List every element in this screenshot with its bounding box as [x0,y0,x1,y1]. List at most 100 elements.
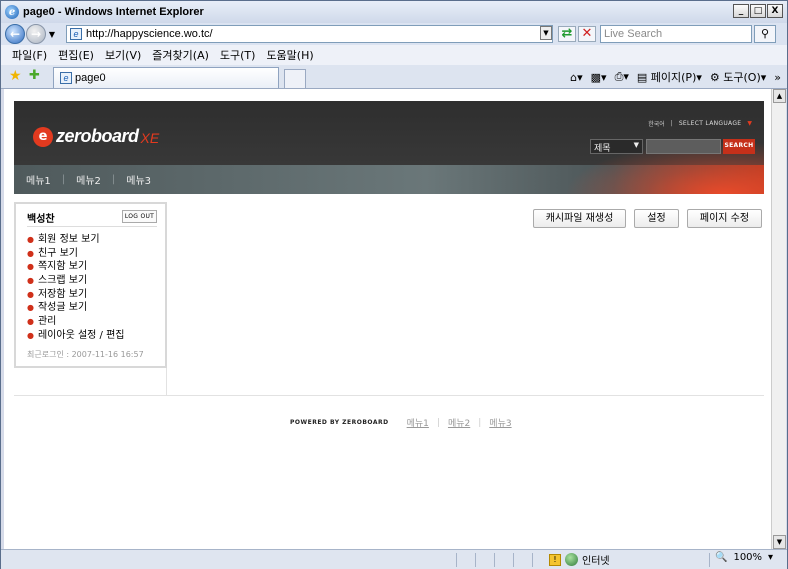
last-login-label: 최근로그인 [27,350,64,359]
site-search-input[interactable] [646,139,721,154]
browser-window: e page0 - Windows Internet Explorer _ □ … [0,0,788,569]
footer-link-menu3[interactable]: 메뉴3 [489,416,511,429]
window-title: page0 - Windows Internet Explorer [23,6,204,18]
menu-view[interactable]: 보기(V) [105,47,141,63]
powered-by: POWERED BY ZEROBOARD [290,419,389,426]
feeds-icon[interactable]: ▩▾ [591,71,607,84]
nav-item-menu1[interactable]: 메뉴1 [26,172,51,187]
search-icon[interactable]: ⚲ [754,25,776,43]
member-menu-item[interactable]: ● 쪽지함 보기 [27,260,125,274]
regenerate-cache-button[interactable]: 캐시파일 재생성 [533,209,626,228]
window-controls: _ □ X [733,4,783,18]
site-footer: POWERED BY ZEROBOARD 메뉴1 | 메뉴2 | 메뉴3 [290,416,512,430]
address-url: http://happyscience.wo.tc/ [86,28,213,40]
address-dropdown-icon[interactable]: ▼ [540,26,552,40]
zeroboard-logo[interactable]: e zeroboard XE [33,126,159,147]
bullet-icon: ● [27,303,34,313]
print-icon[interactable]: ⎙▾ [615,70,629,84]
back-button[interactable]: ← [5,24,25,44]
zoom-control[interactable]: 🔍 100% ▾ [715,552,773,563]
close-button[interactable]: X [767,4,783,18]
footer-link-menu2[interactable]: 메뉴2 [448,416,470,429]
site-search-button[interactable]: SEARCH [723,139,755,154]
page-viewport: e zeroboard XE 한국어 | SELECT LANGUAGE ▼ 제… [4,89,771,549]
status-bar: ! 인터넷 🔍 100% ▾ [1,549,787,569]
zone-label: 인터넷 [582,556,610,567]
member-menu-item[interactable]: ● 친구 보기 [27,247,125,261]
logo-word: zeroboard [56,126,139,146]
security-zone[interactable]: ! 인터넷 [549,552,610,567]
zoom-level: 100% [733,552,763,563]
page-menu[interactable]: ▤ 페이지(P)▾ [637,69,702,85]
last-login-time: 2007-11-16 16:57 [71,350,144,359]
address-bar: ← → ▼ e http://happyscience.wo.tc/ ▼ ⇄ ✕… [1,23,787,45]
bullet-icon: ● [27,289,34,299]
tools-menu[interactable]: ⚙ 도구(O)▾ [710,69,766,85]
globe-icon [565,553,578,566]
nav-item-menu3[interactable]: 메뉴3 [126,172,151,187]
title-bar: e page0 - Windows Internet Explorer _ □ … [1,1,787,23]
tab-label: page0 [75,72,106,84]
chevron-down-icon: ▼ [747,120,752,127]
bullet-icon: ● [27,276,34,286]
bullet-icon: ● [27,248,34,258]
favorites-star-icon[interactable]: ★ [9,68,22,84]
live-search-input[interactable]: Live Search [600,25,752,43]
chevron-down-icon: ▾ [768,552,774,563]
search-target-select[interactable]: 제목 ▼ [590,139,643,154]
more-commands[interactable]: » [774,71,781,84]
edit-page-button[interactable]: 페이지 수정 [687,209,762,228]
menu-bar: 파일(F) 편집(E) 보기(V) 즐겨찾기(A) 도구(T) 도움말(H) [1,45,787,65]
settings-button[interactable]: 설정 [634,209,679,228]
ie-logo-icon: e [5,5,19,19]
search-target-value: 제목 [594,144,611,154]
select-language-label: SELECT LANGUAGE [678,120,742,127]
last-login: 최근로그인 : 2007-11-16 16:57 [27,350,144,359]
language-selector[interactable]: 한국어 | SELECT LANGUAGE ▼ [648,119,752,128]
menu-favorites[interactable]: 즐겨찾기(A) [152,47,209,63]
add-favorite-icon[interactable]: ✚ [29,68,40,83]
new-tab-button[interactable] [284,69,306,88]
bullet-icon: ● [27,262,34,272]
member-menu-item[interactable]: ● 작성글 보기 [27,301,125,315]
member-menu-item[interactable]: ● 저장함 보기 [27,288,125,302]
footer-link-menu1[interactable]: 메뉴1 [407,416,429,429]
vertical-scrollbar[interactable]: ▲ ▼ [771,89,786,549]
user-name: 백성찬 [27,214,55,225]
logo-suffix: XE [140,129,160,146]
page-menu-label: 페이지(P) [650,71,697,84]
current-language: 한국어 [648,121,665,128]
menu-file[interactable]: 파일(F) [12,47,47,63]
page-icon: e [60,72,72,84]
bullet-icon: ● [27,330,34,340]
scroll-up-icon[interactable]: ▲ [773,89,786,103]
tab-page0[interactable]: e page0 [53,67,279,88]
scroll-down-icon[interactable]: ▼ [773,535,786,549]
stop-icon[interactable]: ✕ [578,26,596,42]
zoom-icon: 🔍 [715,552,728,563]
refresh-icon[interactable]: ⇄ [558,26,576,42]
forward-button[interactable]: → [26,24,46,44]
menu-help[interactable]: 도움말(H) [266,47,313,63]
address-input[interactable]: e http://happyscience.wo.tc/ [66,25,553,43]
nav-item-menu2[interactable]: 메뉴2 [76,172,101,187]
zeroboard-logo-icon: e [33,126,53,147]
site-nav: 메뉴1 | 메뉴2 | 메뉴3 [26,172,152,187]
member-menu-item[interactable]: ● 회원 정보 보기 [27,233,125,247]
chevron-down-icon: ▼ [633,141,639,149]
history-dropdown-icon[interactable]: ▼ [46,30,58,39]
menu-tools[interactable]: 도구(T) [220,47,256,63]
member-menu-item[interactable]: ● 레이아웃 설정 / 편집 [27,329,125,343]
minimize-button[interactable]: _ [733,4,749,18]
protected-mode-icon: ! [549,553,561,566]
member-menu-item[interactable]: ● 스크랩 보기 [27,274,125,288]
command-bar: ⌂▾ ▩▾ ⎙▾ ▤ 페이지(P)▾ ⚙ 도구(O)▾ » [570,69,781,85]
bullet-icon: ● [27,235,34,244]
logout-button[interactable]: LOG OUT [122,210,157,223]
maximize-button[interactable]: □ [750,4,766,18]
menu-edit[interactable]: 편집(E) [58,47,94,63]
page-icon: e [70,28,82,40]
member-menu-item[interactable]: ● 관리 [27,315,125,329]
home-icon[interactable]: ⌂▾ [570,71,583,84]
login-box: 백성찬 LOG OUT ● 회원 정보 보기 ● 친구 보기 ● 쪽지함 보기 ● 스크… [14,202,167,368]
